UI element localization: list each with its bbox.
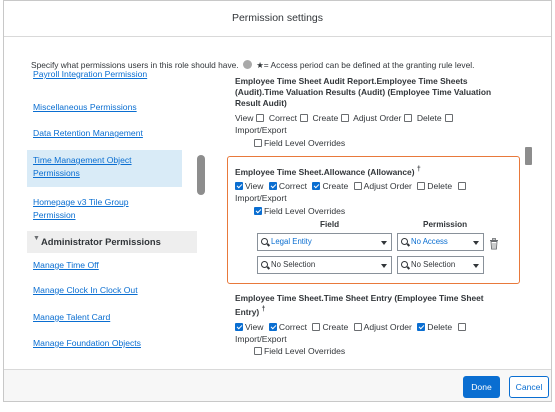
section-audit-checks: View Correct Create Adjust Order Delete … xyxy=(235,112,505,136)
dialog-title: Permission settings xyxy=(4,1,551,37)
label-field-overrides: Field Level Overrides xyxy=(264,138,346,148)
nav-link-manage-foundation-objects[interactable]: Manage Foundation Objects xyxy=(33,337,141,350)
nav-link-data-retention[interactable]: Data Retention Management xyxy=(33,127,143,140)
checkbox-entry-delete[interactable] xyxy=(417,323,426,331)
label-create: Create xyxy=(312,113,339,123)
section-entry-checks: View Correct Create Adjust Order Delete … xyxy=(235,321,505,345)
left-nav: Payroll Integration Permission Miscellan… xyxy=(4,71,200,371)
nav-link-homepage-tile-group[interactable]: Homepage v3 Tile Group Permission xyxy=(33,196,173,222)
left-nav-scrollbar[interactable] xyxy=(197,155,205,195)
checkbox-audit-adjust-order[interactable] xyxy=(404,114,413,122)
instructions-after: ★= Access period can be defined at the g… xyxy=(256,60,475,70)
label-correct: Correct xyxy=(278,322,308,332)
section-audit-field-overrides: Field Level Overrides xyxy=(254,137,524,149)
section-title-time-sheet-entry: Employee Time Sheet.Time Sheet Entry (Em… xyxy=(235,293,510,318)
permission-settings-dialog: Permission settings Specify what permiss… xyxy=(3,0,552,402)
nav-group-label: Administrator Permissions xyxy=(41,236,161,247)
label-delete: Delete xyxy=(416,113,442,123)
nav-link-manage-clock-in-out[interactable]: Manage Clock In Clock Out xyxy=(33,284,138,297)
checkbox-audit-correct[interactable] xyxy=(300,114,309,122)
section-title-time-sheet-entry-text: Employee Time Sheet.Time Sheet Entry (Em… xyxy=(235,293,484,317)
chevron-down-icon: ▼ xyxy=(33,235,40,242)
label-import-export: Import/Export xyxy=(235,125,287,135)
label-create: Create xyxy=(322,322,349,332)
checkbox-audit-create[interactable] xyxy=(341,114,350,122)
checkbox-audit-view[interactable] xyxy=(256,114,265,122)
label-correct: Correct xyxy=(268,113,298,123)
nav-link-time-management-object[interactable]: Time Management Object Permissions xyxy=(33,154,173,180)
checkbox-entry-create[interactable] xyxy=(312,323,321,331)
checkbox-entry-field-overrides[interactable] xyxy=(254,347,262,355)
checkbox-audit-delete[interactable] xyxy=(444,114,453,122)
label-delete: Delete xyxy=(427,322,453,332)
label-import-export: Import/Export xyxy=(235,334,287,344)
section-title-audit: Employee Time Sheet Audit Report.Employe… xyxy=(235,76,492,108)
highlighted-section-frame xyxy=(227,156,520,284)
nav-link-payroll-integration[interactable]: Payroll Integration Permission xyxy=(33,71,147,81)
label-adjust-order: Adjust Order xyxy=(353,113,402,123)
label-view: View xyxy=(235,113,254,123)
checkbox-entry-view[interactable] xyxy=(235,323,243,331)
nav-group-administrator[interactable]: ▼ Administrator Permissions xyxy=(27,231,197,253)
checkbox-entry-adjust-order[interactable] xyxy=(353,323,362,331)
nav-link-manage-talent-card[interactable]: Manage Talent Card xyxy=(33,311,110,324)
section-entry-field-overrides: Field Level Overrides xyxy=(254,345,524,357)
instructions-text: Specify what permissions users in this r… xyxy=(31,60,474,70)
label-field-overrides: Field Level Overrides xyxy=(264,346,346,356)
cancel-button[interactable]: Cancel xyxy=(509,376,549,398)
label-view: View xyxy=(245,322,264,332)
nav-link-miscellaneous[interactable]: Miscellaneous Permissions xyxy=(33,101,137,114)
checkbox-entry-import-export[interactable] xyxy=(457,323,466,331)
checkbox-audit-field-overrides[interactable] xyxy=(254,139,262,147)
info-icon xyxy=(242,60,252,69)
nav-link-manage-time-off[interactable]: Manage Time Off xyxy=(33,259,99,272)
checkbox-entry-correct[interactable] xyxy=(268,323,277,331)
instructions-before: Specify what permissions users in this r… xyxy=(31,60,239,70)
content-scrollbar[interactable] xyxy=(525,147,532,165)
label-adjust-order: Adjust Order xyxy=(363,322,412,332)
dialog-footer: Done Cancel xyxy=(4,369,551,401)
title-mark: † xyxy=(261,306,266,313)
done-button[interactable]: Done xyxy=(463,376,500,398)
